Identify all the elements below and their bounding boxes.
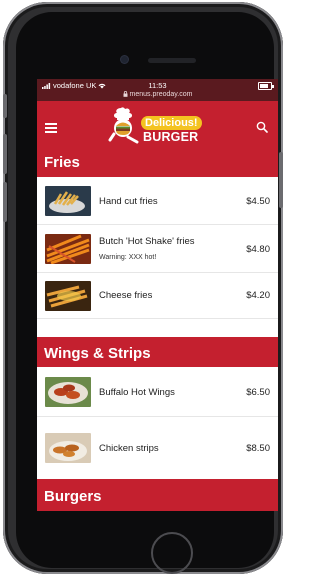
power-button bbox=[279, 152, 283, 208]
item-name: Chicken strips bbox=[99, 443, 159, 454]
item-name: Buffalo Hot Wings bbox=[99, 387, 175, 398]
home-button[interactable] bbox=[151, 532, 193, 574]
item-price: $4.80 bbox=[246, 244, 270, 255]
clock: 11:53 bbox=[148, 81, 167, 90]
volume-down-button bbox=[3, 182, 7, 222]
status-bar: vodafone UK 11:53 menus.preoday.com bbox=[37, 79, 278, 101]
logo-burger-text: BURGER bbox=[143, 130, 199, 144]
brand-logo[interactable]: Delicious! BURGER bbox=[107, 104, 211, 144]
food-photo bbox=[45, 377, 91, 407]
menu-item-buffalo-hot-wings[interactable]: Buffalo Hot Wings $6.50 bbox=[37, 367, 278, 417]
earpiece-speaker bbox=[148, 58, 196, 63]
front-camera bbox=[121, 56, 128, 63]
section-header-wings-strips: Wings & Strips bbox=[37, 337, 278, 367]
food-photo bbox=[45, 433, 91, 463]
item-price: $8.50 bbox=[246, 443, 270, 454]
item-price: $4.50 bbox=[246, 196, 270, 207]
food-photo bbox=[45, 234, 91, 264]
logo-delicious-text: Delicious! bbox=[141, 116, 202, 130]
food-photo bbox=[45, 186, 91, 216]
item-name: Cheese fries bbox=[99, 290, 153, 301]
section-header-fries: Fries bbox=[37, 145, 278, 177]
volume-up-button bbox=[3, 134, 7, 174]
menu-item-chicken-strips[interactable]: Chicken strips $8.50 bbox=[37, 417, 278, 479]
item-price: $6.50 bbox=[246, 387, 270, 398]
search-icon[interactable] bbox=[256, 121, 268, 133]
address-bar[interactable]: menus.preoday.com bbox=[37, 91, 278, 98]
item-name: Hand cut fries bbox=[99, 196, 158, 207]
menu-item-butch-hot-shake-fries[interactable]: Butch 'Hot Shake' fries Warning: XXX hot… bbox=[37, 225, 278, 273]
menu-item-cheese-fries[interactable]: Cheese fries $4.20 bbox=[37, 273, 278, 319]
lock-icon bbox=[123, 91, 128, 97]
item-price: $4.20 bbox=[246, 290, 270, 301]
app-header: Delicious! BURGER bbox=[37, 101, 278, 145]
menu-icon[interactable] bbox=[45, 123, 57, 133]
battery-icon bbox=[258, 82, 274, 90]
mute-switch bbox=[3, 94, 7, 118]
section-header-burgers: Burgers bbox=[37, 479, 278, 511]
url-text: menus.preoday.com bbox=[129, 91, 193, 98]
menu-item-hand-cut-fries[interactable]: Hand cut fries $4.50 bbox=[37, 177, 278, 225]
item-warning: Warning: XXX hot! bbox=[99, 254, 157, 261]
food-photo bbox=[45, 281, 91, 311]
phone-screen: vodafone UK 11:53 menus.preoday.com Deli… bbox=[37, 79, 278, 511]
item-name: Butch 'Hot Shake' fries bbox=[99, 236, 195, 247]
